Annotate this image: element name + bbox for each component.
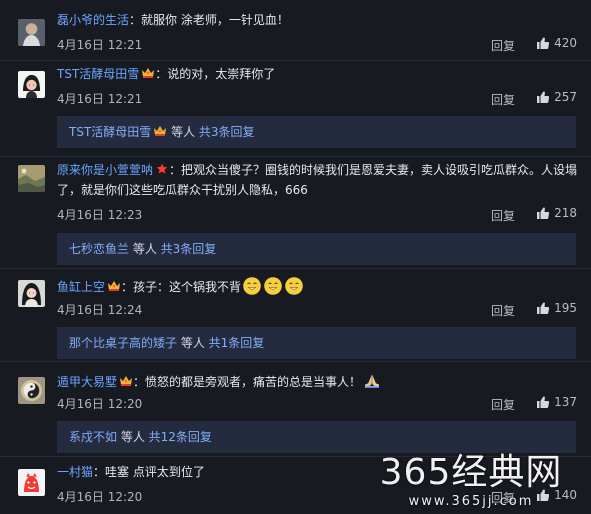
comment-text: 原来你是小萱萱呐 ：把观众当傻子？圈钱的时候我们是恩爱夫妻，卖人设吸引吃瓜群众。人…	[57, 160, 580, 200]
reply-thread-bar[interactable]: 那个比桌子高的矮子 等人 共1条回复	[57, 327, 576, 359]
reply-button[interactable]: 回复	[491, 37, 515, 54]
comment-item: 原来你是小萱萱呐 ：把观众当傻子？圈钱的时候我们是恩爱夫妻，卖人设吸引吃瓜群众。人…	[0, 157, 591, 229]
crown-badge-icon	[153, 117, 167, 136]
reply-thread-middle: 等人	[117, 430, 149, 444]
comment-date: 4月16日 12:23	[57, 208, 143, 222]
avatar[interactable]	[18, 71, 45, 98]
reply-thread-total[interactable]: 共3条回复	[199, 125, 255, 139]
grin-emoji-icon	[263, 276, 283, 296]
like-button[interactable]: 195	[536, 301, 577, 315]
crown-badge-icon	[107, 278, 121, 291]
reply-thread-total[interactable]: 共3条回复	[161, 242, 217, 256]
thumb-up-icon	[536, 90, 550, 104]
comment-content: ：就服你 涂老师，一针见血！	[129, 13, 289, 27]
reply-thread-total[interactable]: 共12条回复	[149, 430, 212, 444]
star-badge-icon	[155, 161, 169, 174]
avatar[interactable]	[18, 377, 45, 404]
comment-item: 磊小爷的生活：就服你 涂老师，一针见血！ 4月16日 12:21 回复 420	[0, 0, 591, 62]
comment-text: 鱼缸上空 ：孩子：这个锅我不背	[57, 276, 573, 297]
comment-text: TST活酵母田雪 ：说的对，太崇拜你了	[57, 64, 573, 84]
comment-feed: 磊小爷的生活：就服你 涂老师，一针见血！ 4月16日 12:21 回复 420	[0, 0, 591, 514]
comment-content: ：说的对，太崇拜你了	[155, 67, 276, 81]
avatar[interactable]	[18, 469, 45, 496]
reply-button[interactable]: 回复	[491, 302, 515, 319]
thumb-up-icon	[536, 206, 550, 220]
reply-button[interactable]: 回复	[491, 207, 515, 224]
comment-item: TST活酵母田雪 ：说的对，太崇拜你了 4月16日 12:21 回复 257	[0, 61, 591, 117]
like-count: 137	[554, 395, 577, 409]
like-count: 195	[554, 301, 577, 315]
comment-item: 遁甲大易墅 ：愤怒的都是旁观者，痛苦的总是当事人！ 4月16日 12:20 回复 …	[0, 362, 591, 420]
comment-content: ：愤怒的都是旁观者，痛苦的总是当事人！	[133, 375, 362, 389]
comment-text: 遁甲大易墅 ：愤怒的都是旁观者，痛苦的总是当事人！	[57, 371, 573, 392]
reply-button[interactable]: 回复	[491, 91, 515, 108]
reply-thread-user[interactable]: 七秒恋鱼兰	[69, 242, 129, 256]
comment-content: ：哇塞 点评太到位了	[93, 465, 205, 479]
comment-username[interactable]: 原来你是小萱萱呐	[57, 163, 153, 177]
comment-text: 磊小爷的生活：就服你 涂老师，一针见血！	[57, 10, 573, 30]
comment-date: 4月16日 12:20	[57, 397, 143, 411]
comment-username[interactable]: 遁甲大易墅	[57, 375, 117, 389]
thumb-up-icon	[536, 36, 550, 50]
comment-username[interactable]: 磊小爷的生活	[57, 13, 129, 27]
grin-emoji-icon	[284, 276, 304, 296]
avatar[interactable]	[18, 165, 45, 192]
reply-thread-bar[interactable]: 系戍不如 等人 共12条回复	[57, 421, 576, 453]
reply-thread-total[interactable]: 共1条回复	[209, 336, 265, 350]
like-button[interactable]: 137	[536, 395, 577, 409]
like-count: 218	[554, 206, 577, 220]
comment-username[interactable]: 一村猫	[57, 465, 93, 479]
watermark-title: 365经典网	[379, 452, 563, 493]
comment-date: 4月16日 12:21	[57, 92, 143, 106]
reply-thread-middle: 等人	[167, 125, 199, 139]
watermark-url: www.365jj.com	[408, 494, 534, 509]
reply-thread-middle: 等人	[129, 242, 161, 256]
reply-thread-user[interactable]: TST活酵母田雪	[69, 125, 151, 139]
reply-thread-bar[interactable]: 七秒恋鱼兰 等人 共3条回复	[57, 233, 576, 265]
reply-thread-middle: 等人	[177, 336, 209, 350]
comment-date: 4月16日 12:21	[57, 38, 143, 52]
comment-date: 4月16日 12:24	[57, 303, 143, 317]
praying-hands-icon	[362, 371, 382, 391]
crown-badge-icon	[141, 65, 155, 78]
comment-date: 4月16日 12:20	[57, 490, 143, 504]
comment-username[interactable]: TST活酵母田雪	[57, 67, 139, 81]
like-button[interactable]: 218	[536, 206, 577, 220]
reply-button[interactable]: 回复	[491, 396, 515, 413]
like-button[interactable]: 420	[536, 36, 577, 50]
avatar[interactable]	[18, 280, 45, 307]
like-count: 420	[554, 36, 577, 50]
reply-thread-bar[interactable]: TST活酵母田雪 等人 共3条回复	[57, 116, 576, 148]
like-count: 257	[554, 90, 577, 104]
comment-item: 鱼缸上空 ：孩子：这个锅我不背 4月16日 12:24 回复 195	[0, 269, 591, 325]
like-button[interactable]: 257	[536, 90, 577, 104]
reply-thread-user[interactable]: 那个比桌子高的矮子	[69, 336, 177, 350]
avatar[interactable]	[18, 19, 45, 46]
site-watermark: 365经典网 www.365jj.com	[359, 452, 583, 512]
thumb-up-icon	[536, 301, 550, 315]
comment-username[interactable]: 鱼缸上空	[57, 280, 105, 294]
thumb-up-icon	[536, 395, 550, 409]
grin-emoji-icon	[242, 276, 262, 296]
comment-content: ：孩子：这个锅我不背	[121, 280, 242, 294]
reply-thread-user[interactable]: 系戍不如	[69, 430, 117, 444]
crown-badge-icon	[119, 373, 133, 386]
